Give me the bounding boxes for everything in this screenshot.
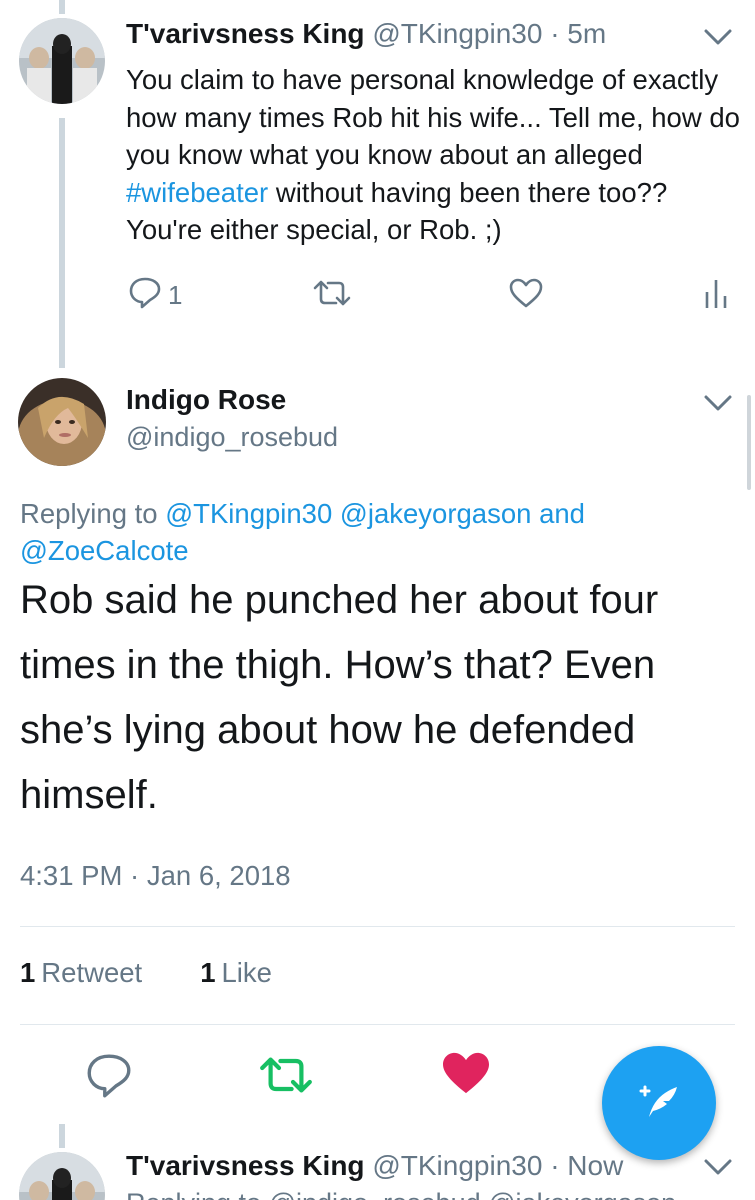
retweet-icon bbox=[312, 279, 352, 312]
bottom-tweet-header: T'varivsness King @TKingpin30 · Now bbox=[126, 1150, 623, 1182]
reply-tweet-display-name[interactable]: T'varivsness King bbox=[126, 18, 365, 49]
main-like-button[interactable] bbox=[440, 1050, 492, 1101]
mention-and-others[interactable]: and bbox=[539, 498, 585, 529]
analytics-icon bbox=[704, 278, 728, 315]
retweet-count: 1 bbox=[20, 957, 36, 988]
bottom-tweet-display-name[interactable]: T'varivsness King bbox=[126, 1150, 365, 1181]
avatar-tkingpin-bottom[interactable] bbox=[19, 1152, 105, 1200]
bottom-tweet-replying-line: Replying to @indigo_rosebud @jakeyorgaso… bbox=[126, 1188, 676, 1200]
mention-zoecalcote[interactable]: @ZoeCalcote bbox=[20, 535, 189, 566]
main-tweet-handle[interactable]: @indigo_rosebud bbox=[126, 422, 338, 453]
bottom-tweet-handle[interactable]: @TKingpin30 bbox=[372, 1150, 542, 1181]
chevron-down-icon[interactable] bbox=[704, 28, 732, 51]
compose-feather-icon bbox=[635, 1077, 683, 1130]
reply-tweet-text: You claim to have personal knowledge of … bbox=[126, 61, 741, 249]
divider bbox=[20, 926, 735, 927]
replying-to-label: Replying to bbox=[20, 498, 158, 529]
reply-tweet-separator: · bbox=[550, 18, 560, 49]
reply-tweet-handle[interactable]: @TKingpin30 bbox=[372, 18, 542, 49]
engagement-stats: 1 Retweet 1 Like bbox=[20, 957, 330, 989]
thread-line-top bbox=[59, 0, 65, 14]
chevron-down-icon[interactable] bbox=[704, 1158, 732, 1181]
retweet-label: Retweet bbox=[41, 957, 143, 988]
like-count: 1 bbox=[200, 957, 216, 988]
heart-icon bbox=[508, 277, 544, 314]
main-tweet-timestamp[interactable]: 4:31 PM · Jan 6, 2018 bbox=[20, 860, 291, 892]
replying-to-line: Replying to @TKingpin30 @jakeyorgason an… bbox=[20, 495, 720, 569]
bottom-tweet-time[interactable]: Now bbox=[567, 1150, 623, 1181]
main-retweet-button[interactable] bbox=[258, 1055, 314, 1100]
reply-button[interactable]: 1 bbox=[128, 276, 182, 315]
mention-tkingpin30[interactable]: @TKingpin30 bbox=[165, 498, 332, 529]
reply-tweet-header: T'varivsness King @TKingpin30 · 5m bbox=[126, 18, 606, 50]
mention-jakeyorgason[interactable]: @jakeyorgason bbox=[340, 498, 532, 529]
avatar-tkingpin[interactable] bbox=[19, 18, 105, 104]
retweets-stat[interactable]: 1 Retweet bbox=[20, 957, 142, 989]
analytics-button[interactable] bbox=[704, 278, 728, 315]
likes-stat[interactable]: 1 Like bbox=[200, 957, 272, 989]
chevron-down-icon[interactable] bbox=[704, 394, 732, 417]
thread-line-middle bbox=[59, 118, 65, 368]
avatar-indigo-rose[interactable] bbox=[18, 378, 106, 466]
main-tweet-display-name[interactable]: Indigo Rose bbox=[126, 384, 286, 416]
divider bbox=[20, 1024, 735, 1025]
compose-tweet-button[interactable] bbox=[602, 1046, 716, 1160]
reply-icon bbox=[128, 276, 162, 315]
scrollbar-thumb[interactable] bbox=[747, 395, 751, 490]
reply-icon bbox=[85, 1052, 133, 1105]
thread-line-bottom bbox=[59, 1124, 65, 1148]
reply-tweet-time[interactable]: 5m bbox=[567, 18, 606, 49]
heart-icon bbox=[440, 1050, 492, 1101]
main-reply-button[interactable] bbox=[85, 1052, 133, 1105]
like-label: Like bbox=[221, 957, 272, 988]
hashtag-link[interactable]: #wifebeater bbox=[126, 177, 268, 208]
bottom-tweet-separator: · bbox=[550, 1150, 560, 1181]
main-tweet-text: Rob said he punched her about four times… bbox=[20, 578, 659, 817]
like-button[interactable] bbox=[508, 277, 544, 314]
retweet-icon bbox=[258, 1055, 314, 1100]
retweet-button[interactable] bbox=[312, 279, 352, 312]
reply-tweet-text-part1: You claim to have personal knowledge of … bbox=[126, 64, 740, 170]
reply-count: 1 bbox=[168, 280, 183, 310]
